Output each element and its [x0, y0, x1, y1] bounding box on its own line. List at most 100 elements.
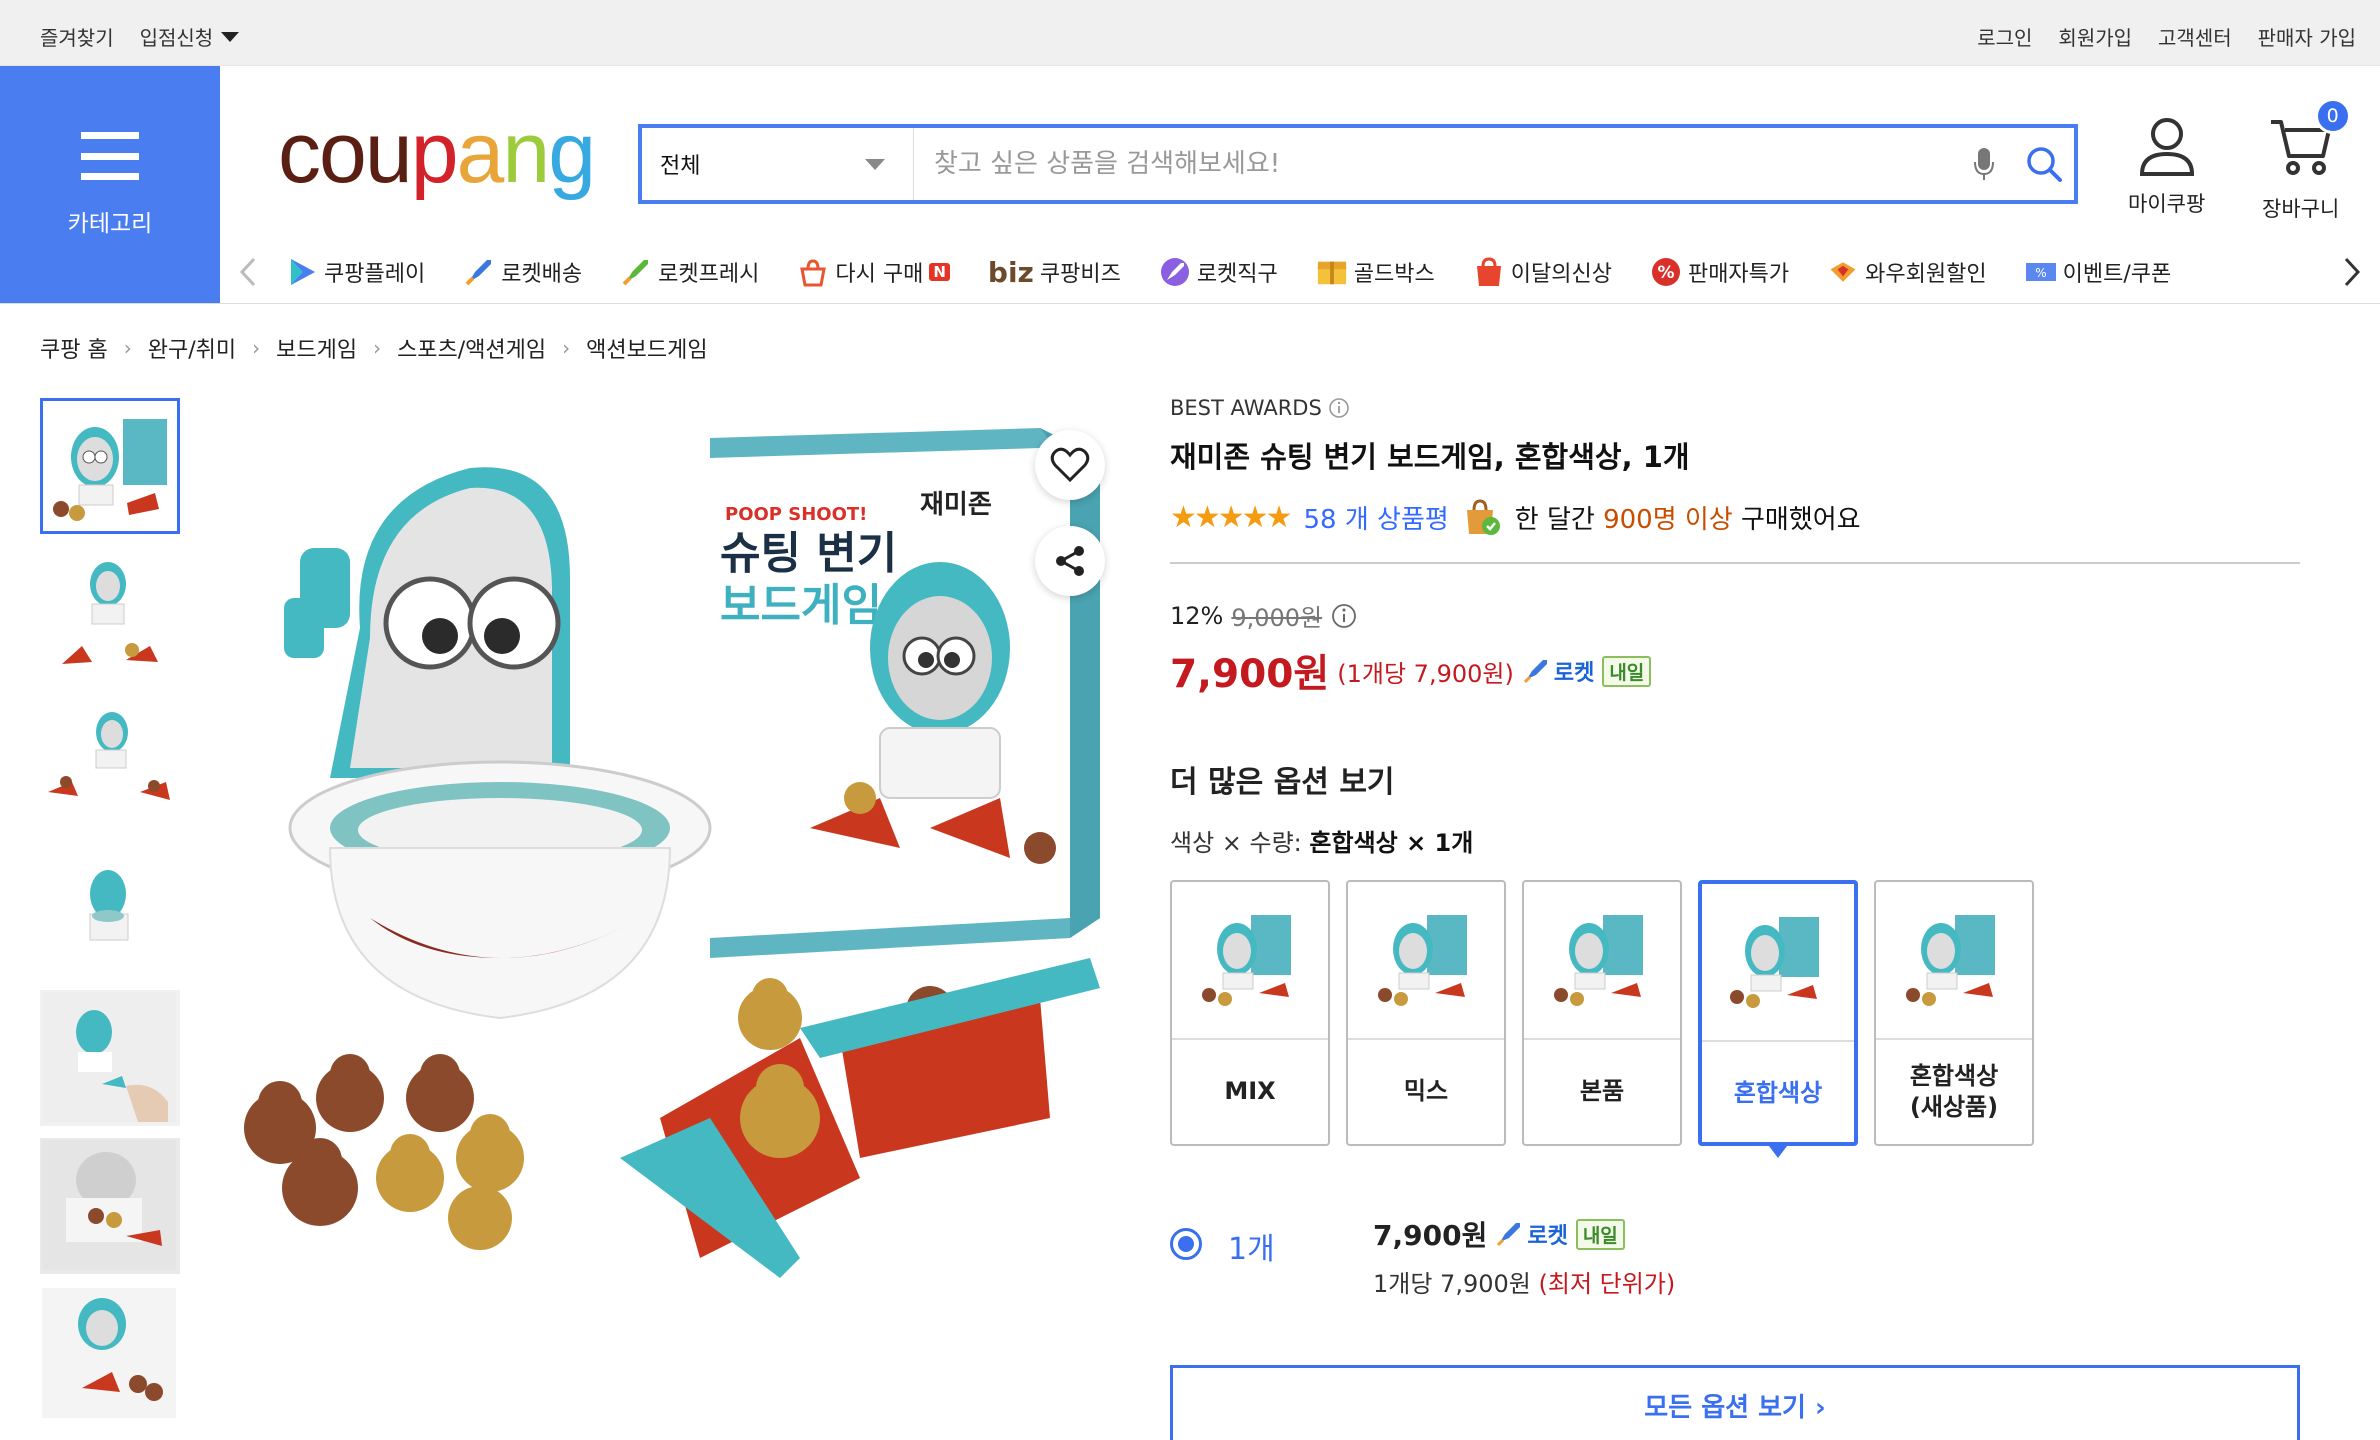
- box-title-line1: 슈팅 변기: [720, 528, 897, 579]
- breadcrumb-home[interactable]: 쿠팡 홈: [40, 332, 108, 364]
- nav-item-goldbox[interactable]: 골드박스: [1316, 256, 1435, 288]
- search-category-select[interactable]: 전체: [642, 128, 914, 200]
- chevron-right-icon: ›: [123, 336, 132, 360]
- register-menu[interactable]: 입점신청: [140, 22, 240, 51]
- option-card-mixed-color-new[interactable]: 혼합색상 (새상품): [1874, 880, 2034, 1146]
- favorites-link[interactable]: 즐겨찾기: [40, 22, 114, 51]
- nav-next-button[interactable]: [2324, 257, 2380, 287]
- rocket-fresh-icon: [620, 256, 652, 288]
- divider: [1170, 562, 2300, 564]
- wishlist-button[interactable]: [1035, 430, 1105, 500]
- category-button[interactable]: 카테고리: [0, 66, 220, 304]
- wow-icon: [1827, 256, 1859, 288]
- all-options-button[interactable]: 모든 옵션 보기 ›: [1170, 1365, 2300, 1440]
- nav-item-sellersale[interactable]: % 판매자특가: [1650, 256, 1789, 288]
- quantity-price: 7,900원: [1373, 1219, 1488, 1252]
- search-bar: 전체: [638, 124, 2078, 204]
- rocket-badge: 로켓: [1495, 1218, 1568, 1250]
- customer-center-link[interactable]: 고객센터: [2158, 22, 2232, 51]
- monthly-sold: 한 달간 900명 이상 구매했어요: [1515, 499, 1861, 536]
- product-thumbnail[interactable]: [40, 990, 180, 1126]
- play-icon: [286, 256, 318, 288]
- coupon-icon: %: [2025, 256, 2057, 288]
- signup-link[interactable]: 회원가입: [2058, 22, 2132, 51]
- delivery-tomorrow-badge: 내일: [1575, 1218, 1625, 1250]
- user-icon: [2139, 118, 2194, 176]
- nav-label: 와우회원할인: [1865, 262, 1987, 287]
- nav-label: 쿠팡플레이: [324, 262, 426, 287]
- option-card-mix[interactable]: MIX: [1170, 880, 1330, 1146]
- seller-signup-link[interactable]: 판매자 가입: [2258, 22, 2356, 51]
- rocket-icon: [1497, 1223, 1521, 1247]
- cart-count-badge: 0: [2314, 98, 2351, 134]
- quantity-label: 1개: [1228, 1232, 1275, 1267]
- chevron-down-icon: [865, 158, 885, 170]
- logo-letter: a: [456, 105, 505, 201]
- product-thumbnail[interactable]: [40, 398, 180, 534]
- logo-letter: o: [319, 105, 367, 201]
- logo-letter: u: [364, 105, 413, 201]
- nav-label: 이달의신상: [1510, 262, 1612, 287]
- login-link[interactable]: 로그인: [1977, 22, 2032, 51]
- nav-item-rocketglobal[interactable]: 로켓직구: [1159, 256, 1278, 288]
- sale-price: 7,900원: [1170, 652, 1330, 697]
- product-thumbnail[interactable]: [40, 546, 180, 682]
- box-small-title: POOP SHOOT!: [725, 504, 867, 525]
- rating-row: ★★★★★ 58 개 상품평 한 달간 900명 이상 구매했어요: [1170, 498, 2300, 536]
- breadcrumb-item[interactable]: 액션보드게임: [586, 332, 707, 364]
- chevron-left-icon: [239, 257, 256, 287]
- nav-item-rebuy[interactable]: 다시 구매 N: [797, 256, 950, 288]
- nav-item-new[interactable]: 이달의신상: [1473, 256, 1612, 288]
- nav-item-biz[interactable]: biz 쿠팡비즈: [988, 256, 1121, 289]
- mycoupang-button[interactable]: 마이쿠팡: [2128, 116, 2205, 218]
- product-thumbnail[interactable]: [40, 842, 180, 978]
- product-thumbnail[interactable]: [40, 1286, 180, 1422]
- product-thumbnail[interactable]: [40, 694, 180, 830]
- option-grid: MIX 믹스 본품 혼합색상 혼합색상 (새상품): [1170, 880, 2300, 1158]
- search-icon[interactable]: [2014, 128, 2074, 200]
- breadcrumb-item[interactable]: 보드게임: [276, 332, 357, 364]
- info-icon[interactable]: [1330, 602, 1358, 630]
- sold-prefix: 한 달간: [1514, 504, 1595, 535]
- breadcrumb-item[interactable]: 완구/취미: [148, 332, 236, 364]
- option-name: 혼합색상 (새상품): [1909, 1061, 1999, 1121]
- nav-item-event[interactable]: % 이벤트/쿠폰: [2025, 256, 2171, 288]
- nav-item-rocketfresh[interactable]: 로켓프레시: [620, 256, 759, 288]
- mycoupang-label: 마이쿠팡: [2128, 192, 2206, 216]
- nav-label: 골드박스: [1353, 262, 1435, 287]
- nav-prev-button[interactable]: [220, 257, 276, 287]
- coupang-logo[interactable]: coupang: [278, 110, 596, 196]
- discount-row: 12% 9,000원: [1170, 598, 2300, 633]
- thumbnail-list: [40, 398, 180, 1434]
- logo-letter: c: [278, 105, 321, 201]
- share-button[interactable]: [1035, 526, 1105, 596]
- review-count-link[interactable]: 58 개 상품평: [1303, 499, 1448, 536]
- option-name: 믹스: [1403, 1077, 1449, 1106]
- lowest-unit-price: (최저 단위가): [1538, 1270, 1676, 1298]
- rocket-icon: [463, 256, 495, 288]
- quantity-price-block: 7,900원 로켓 내일 1개당 7,900원 (최저 단위가): [1373, 1214, 1675, 1299]
- nav-item-coupangplay[interactable]: 쿠팡플레이: [286, 256, 425, 288]
- nav-label: 로켓직구: [1196, 262, 1278, 287]
- quantity-radio[interactable]: [1170, 1228, 1202, 1260]
- more-options-header: 더 많은 옵션 보기: [1170, 765, 1395, 800]
- svg-text:%: %: [2035, 266, 2046, 280]
- info-icon[interactable]: [1328, 397, 1350, 419]
- heart-icon: [1050, 447, 1090, 483]
- breadcrumb-item[interactable]: 스포츠/액션게임: [397, 332, 546, 364]
- logo-letter: g: [548, 105, 596, 201]
- box-title-line2: 보드게임: [720, 580, 882, 631]
- option-card-bonpum[interactable]: 본품: [1522, 880, 1682, 1146]
- main-product-image: POOP SHOOT! 재미존 슈팅 변기 보드게임: [240, 398, 1120, 1298]
- cart-button[interactable]: 0 장바구니: [2262, 98, 2351, 223]
- search-input[interactable]: [914, 128, 1954, 200]
- nav-item-wow[interactable]: 와우회원할인: [1827, 256, 1987, 288]
- svg-text:%: %: [1657, 263, 1674, 283]
- register-label: 입점신청: [139, 26, 214, 50]
- selected-option: 색상 × 수량: 혼합색상 × 1개: [1170, 823, 2300, 858]
- product-thumbnail[interactable]: [40, 1138, 180, 1274]
- mic-icon[interactable]: [1954, 128, 2014, 200]
- nav-item-rocket[interactable]: 로켓배송: [463, 256, 582, 288]
- option-card-mixed-color[interactable]: 혼합색상: [1698, 880, 1858, 1158]
- option-card-mikseu[interactable]: 믹스: [1346, 880, 1506, 1146]
